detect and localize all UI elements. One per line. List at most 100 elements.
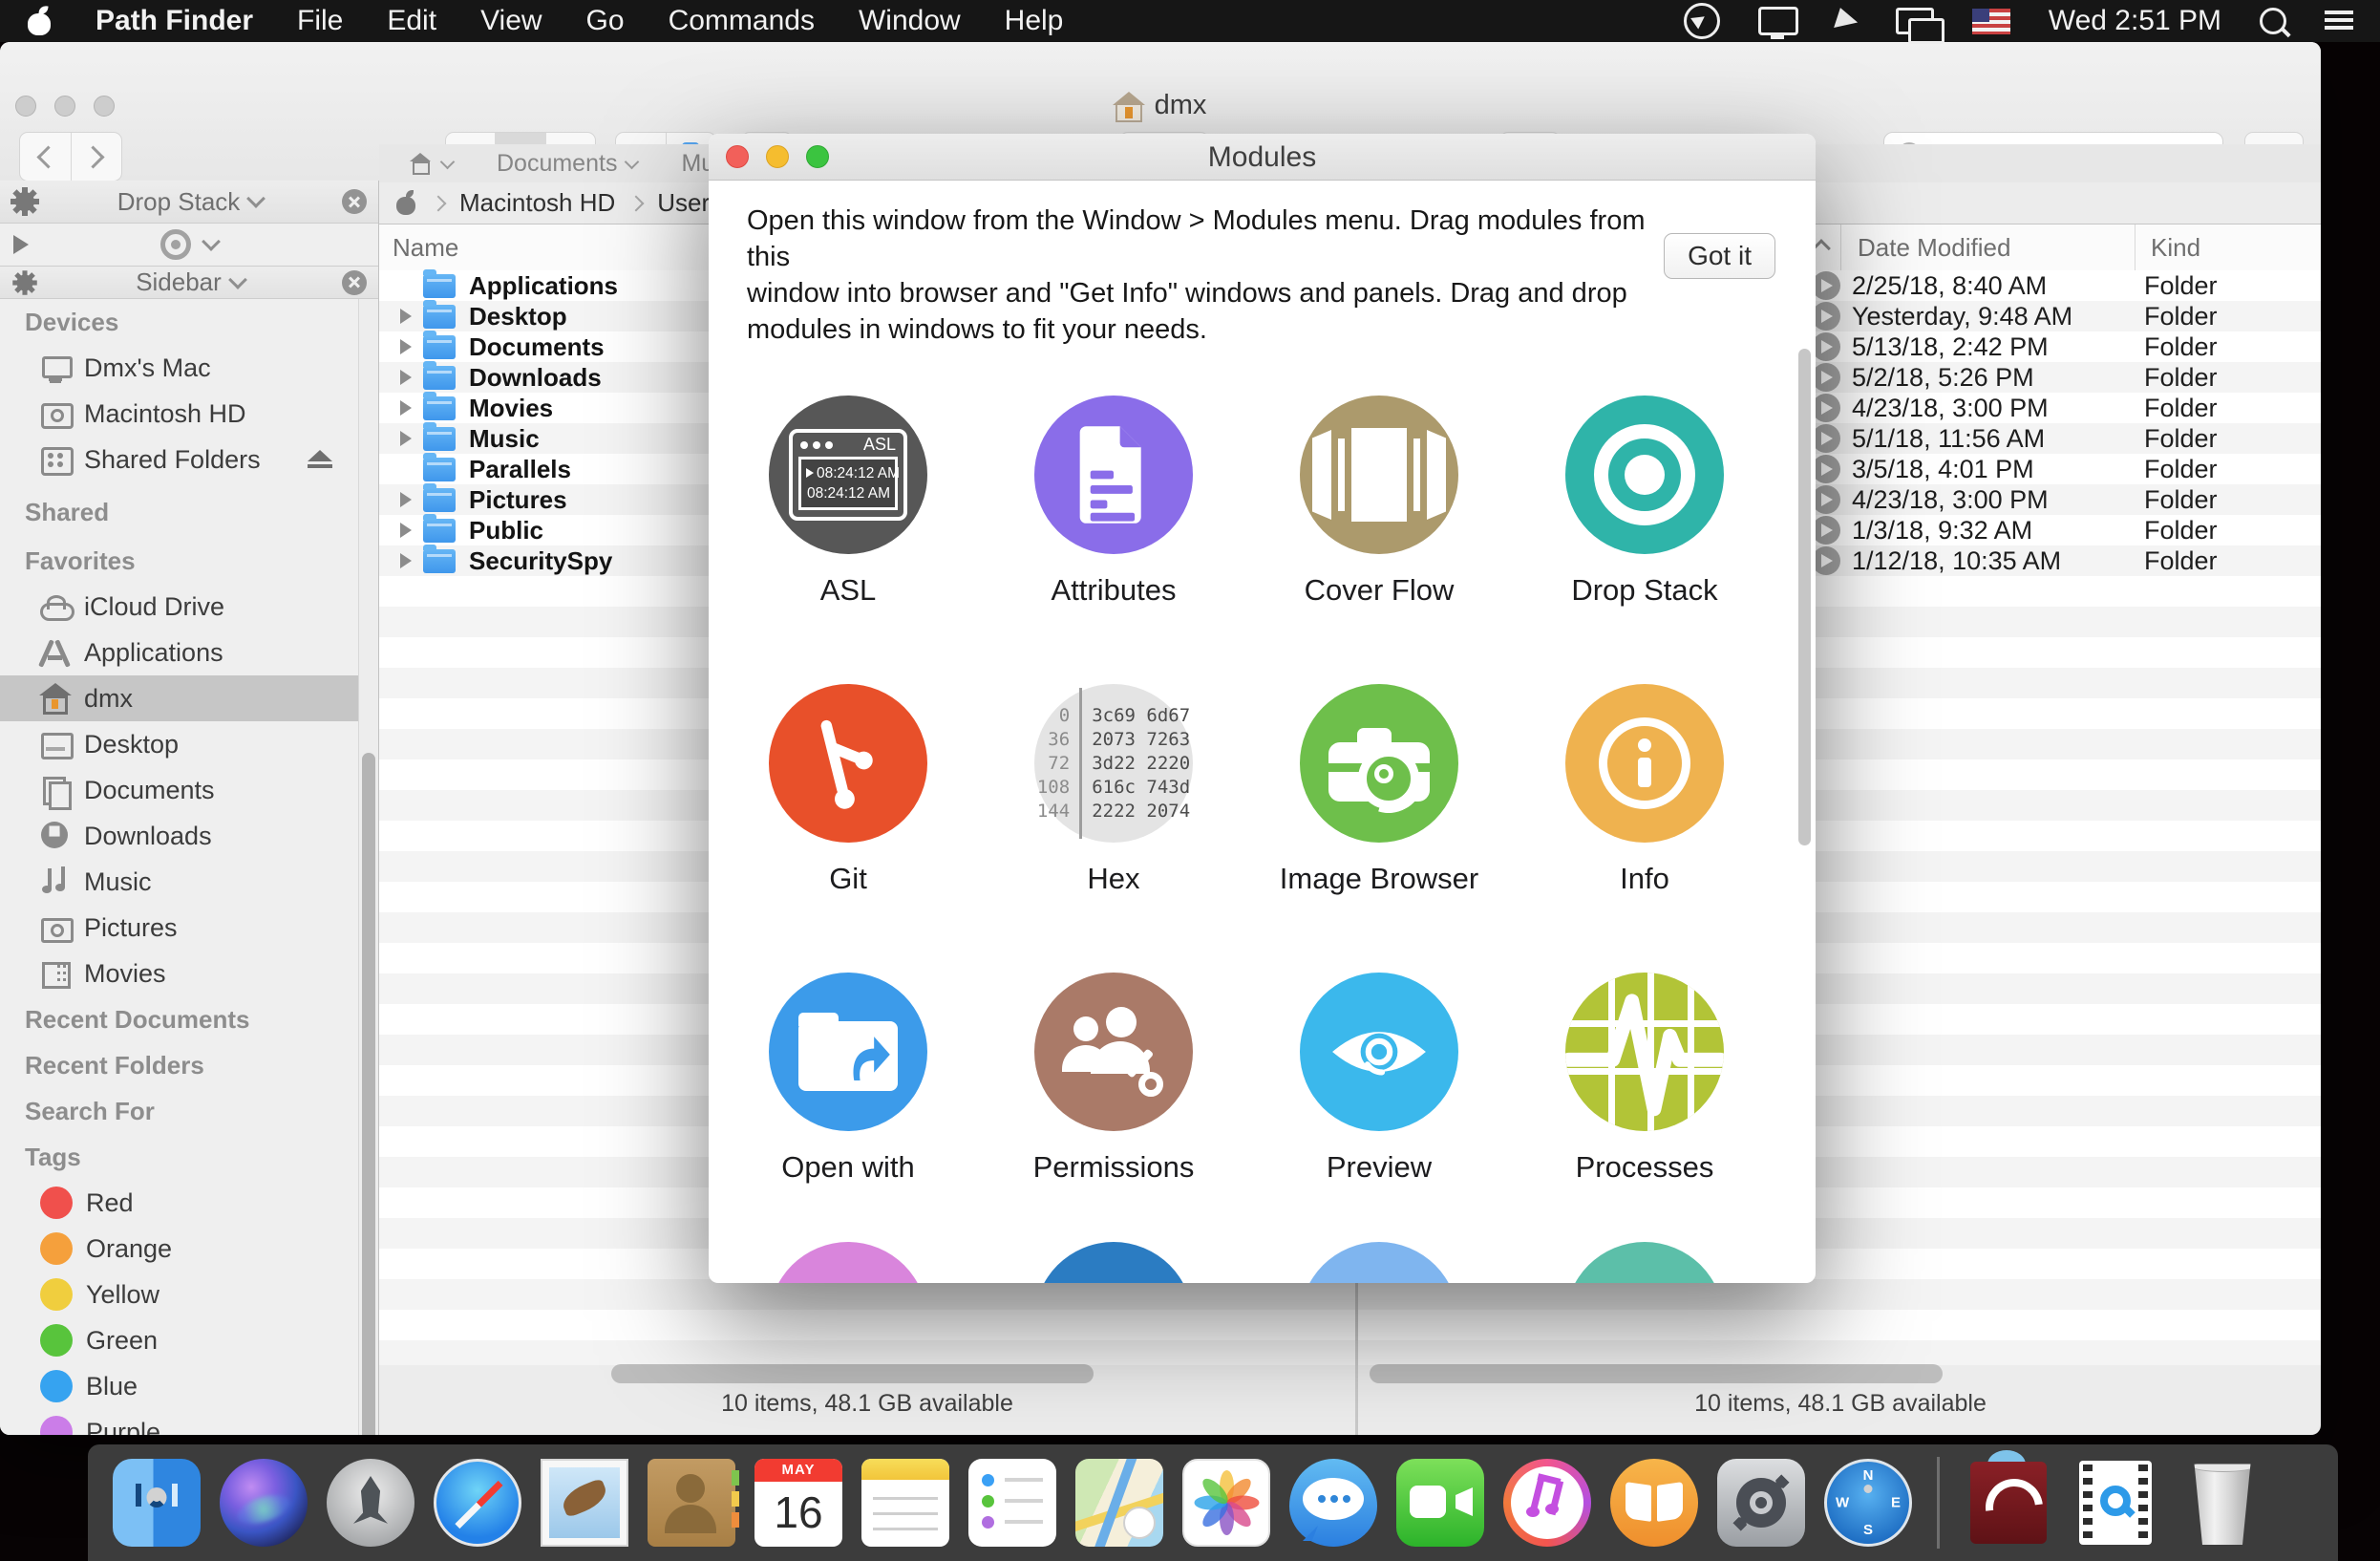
dock-facetime[interactable]	[1396, 1459, 1484, 1547]
detail-row[interactable]: 4/23/18, 3:00 PMFolder	[1812, 484, 2321, 515]
asl-module-icon[interactable]: ASL 08:24:12 AM 08:24:12 AM	[769, 396, 927, 554]
close-icon[interactable]	[342, 189, 367, 214]
processes-module-icon[interactable]	[1565, 973, 1724, 1131]
sidebar-item-movies[interactable]: Movies	[0, 951, 359, 996]
horizontal-scrollbar[interactable]	[611, 1364, 1094, 1383]
sidebar-item-applications[interactable]: Applications	[0, 630, 359, 675]
drop-stack-body[interactable]	[0, 224, 378, 267]
dual-display-icon[interactable]	[1896, 8, 1934, 34]
detail-row[interactable]: 1/12/18, 10:35 AMFolder	[1812, 545, 2321, 576]
sidebar-item-downloads[interactable]: Downloads	[0, 813, 359, 859]
app-menu-title[interactable]: Path Finder	[96, 5, 253, 37]
disclosure-icon[interactable]	[400, 553, 412, 568]
disclosure-icon[interactable]	[400, 431, 412, 446]
module-partial-icon[interactable]	[1300, 1242, 1458, 1283]
horizontal-scrollbar[interactable]	[1370, 1364, 1943, 1383]
menu-help[interactable]: Help	[1005, 5, 1064, 37]
dock-messages[interactable]	[1289, 1459, 1377, 1547]
sidebar-item-pictures[interactable]: Pictures	[0, 905, 359, 951]
column-kind[interactable]: Kind	[2151, 233, 2200, 263]
module-drop-stack[interactable]: Drop Stack	[1512, 396, 1777, 608]
dock-finder[interactable]	[113, 1459, 201, 1547]
dock-reminders[interactable]	[968, 1459, 1056, 1547]
dock-trash[interactable]	[2178, 1459, 2266, 1547]
spray-icon[interactable]	[1834, 8, 1860, 34]
tag-green[interactable]: Green	[0, 1317, 359, 1363]
tag-orange[interactable]: Orange	[0, 1226, 359, 1272]
detail-row[interactable]: 3/5/18, 4:01 PMFolder	[1812, 454, 2321, 484]
column-name[interactable]: Name	[393, 233, 458, 263]
disclosure-icon[interactable]	[400, 370, 412, 385]
back-button[interactable]	[21, 133, 72, 181]
menu-clock[interactable]: Wed 2:51 PM	[2049, 5, 2221, 37]
menu-commands[interactable]: Commands	[669, 5, 815, 37]
section-recent-documents[interactable]: Recent Documents	[0, 996, 359, 1042]
gear-icon[interactable]	[11, 188, 38, 215]
dock-siri[interactable]	[220, 1459, 308, 1547]
column-date-modified[interactable]: Date Modified	[1858, 233, 2010, 263]
dock-system-preferences[interactable]	[1717, 1459, 1805, 1547]
dock-photos[interactable]	[1182, 1459, 1270, 1547]
got-it-button[interactable]: Got it	[1664, 233, 1775, 279]
detail-row[interactable]: 1/3/18, 9:32 AMFolder	[1812, 515, 2321, 545]
dock-notes[interactable]	[861, 1459, 949, 1547]
disclosure-icon[interactable]	[400, 309, 412, 324]
detail-row[interactable]: Yesterday, 9:48 AMFolder	[1812, 301, 2321, 331]
image-browser-module-icon[interactable]	[1300, 684, 1458, 843]
display-icon[interactable]	[1758, 7, 1798, 35]
module-attributes[interactable]: Attributes	[981, 396, 1246, 608]
module-open-with[interactable]: Open with	[715, 973, 981, 1185]
search-icon[interactable]	[2260, 8, 2286, 34]
drop-target-icon[interactable]	[160, 229, 191, 260]
eject-icon[interactable]	[308, 450, 332, 469]
preview-module-icon[interactable]	[1300, 973, 1458, 1131]
dock-mail[interactable]	[541, 1459, 628, 1547]
close-icon[interactable]	[342, 270, 367, 295]
detail-row[interactable]: 4/23/18, 3:00 PMFolder	[1812, 393, 2321, 423]
detail-row[interactable]: 2/25/18, 8:40 AMFolder	[1812, 270, 2321, 301]
module-hex[interactable]: 03672108144 3c69 6d672073 72633d22 22206…	[981, 684, 1246, 896]
dock-safari[interactable]	[434, 1459, 521, 1547]
module-processes[interactable]: Processes	[1512, 973, 1777, 1185]
dock-itunes[interactable]	[1503, 1459, 1591, 1547]
detail-row[interactable]: 5/1/18, 11:56 AMFolder	[1812, 423, 2321, 454]
module-info[interactable]: Info	[1512, 684, 1777, 896]
permissions-module-icon[interactable]	[1034, 973, 1193, 1131]
sidebar-item-dmxs-mac[interactable]: Dmx's Mac	[0, 345, 359, 391]
notification-center-icon[interactable]	[2325, 10, 2353, 32]
forward-button[interactable]	[72, 133, 121, 181]
menu-window[interactable]: Window	[859, 5, 961, 37]
module-partial-icon[interactable]	[1565, 1242, 1724, 1283]
sidebar-item-dmx[interactable]: dmx	[0, 675, 359, 721]
disclosure-icon[interactable]	[400, 523, 412, 538]
sidebar-header[interactable]: Sidebar	[0, 267, 378, 299]
dock-ibooks[interactable]	[1610, 1459, 1698, 1547]
module-cover-flow[interactable]: Cover Flow	[1246, 396, 1512, 608]
disclosure-icon[interactable]	[400, 492, 412, 507]
dock-calendar[interactable]: MAY16	[754, 1459, 842, 1547]
sidebar-item-macintosh-hd[interactable]: Macintosh HD	[0, 391, 359, 437]
module-image-browser[interactable]: Image Browser	[1246, 684, 1512, 896]
sidebar-item-desktop[interactable]: Desktop	[0, 721, 359, 767]
dock-maps[interactable]	[1075, 1459, 1163, 1547]
crumb-macintosh-hd[interactable]: Macintosh HD	[459, 188, 615, 218]
sidebar-scrollbar[interactable]	[358, 299, 378, 1435]
module-git[interactable]: Git	[715, 684, 981, 896]
dialog-titlebar[interactable]: Modules	[709, 134, 1816, 181]
location-icon[interactable]	[1684, 3, 1720, 39]
detail-row[interactable]: 5/13/18, 2:42 PMFolder	[1812, 331, 2321, 362]
apple-menu-icon[interactable]	[27, 7, 52, 35]
drop-stack-header[interactable]: Drop Stack	[0, 181, 378, 224]
git-module-icon[interactable]	[769, 684, 927, 843]
tab-documents[interactable]: Documents	[497, 150, 637, 178]
tag-yellow[interactable]: Yellow	[0, 1272, 359, 1317]
sidebar-item-documents[interactable]: Documents	[0, 767, 359, 813]
dock-adobe-acrobat[interactable]	[1965, 1459, 2052, 1547]
module-preview[interactable]: Preview	[1246, 973, 1512, 1185]
menu-go[interactable]: Go	[586, 5, 625, 37]
tag-red[interactable]: Red	[0, 1180, 359, 1226]
tag-purple[interactable]: Purple	[0, 1409, 359, 1435]
info-module-icon[interactable]	[1565, 684, 1724, 843]
menu-file[interactable]: File	[297, 5, 343, 37]
module-partial-icon[interactable]	[1034, 1242, 1193, 1283]
